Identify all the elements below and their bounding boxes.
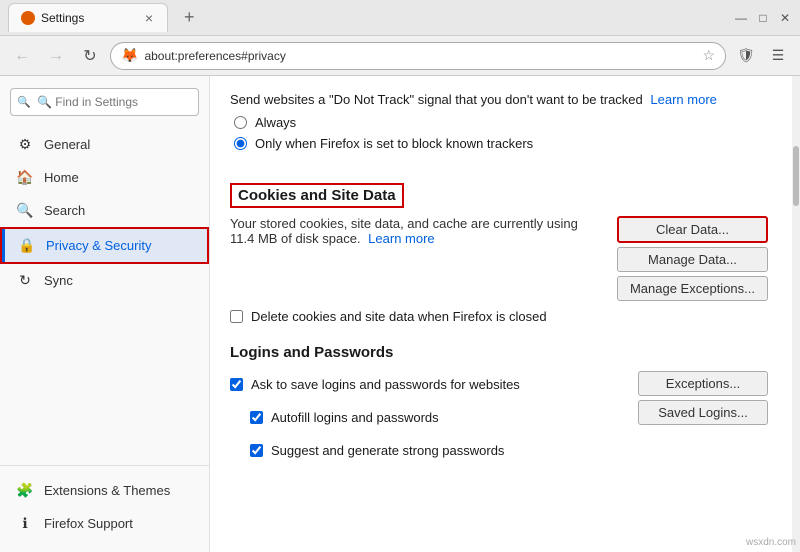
watermark: wsxdn.com xyxy=(746,537,796,548)
dnt-only-when-radio[interactable] xyxy=(234,137,247,150)
forward-button[interactable]: → xyxy=(42,42,70,70)
clear-data-button[interactable]: Clear Data... xyxy=(617,216,768,243)
sidebar-item-sync[interactable]: ↻ Sync xyxy=(0,264,209,297)
delete-cookies-checkbox[interactable] xyxy=(230,310,243,323)
menu-button[interactable]: ☰ xyxy=(764,42,792,70)
cookies-section: Cookies and Site Data Your stored cookie… xyxy=(230,183,768,324)
sidebar-item-support[interactable]: ℹ Firefox Support xyxy=(0,507,209,540)
toolbar-right: 🛡 ☰ xyxy=(732,42,792,70)
tab-favicon xyxy=(21,11,35,25)
sidebar-label-support: Firefox Support xyxy=(44,516,133,531)
dnt-always-option[interactable]: Always xyxy=(234,115,768,130)
dnt-radio-group: Always Only when Firefox is set to block… xyxy=(234,115,768,151)
autofill-checkbox[interactable] xyxy=(250,411,263,424)
find-in-settings-input[interactable] xyxy=(10,88,199,116)
manage-exceptions-button[interactable]: Manage Exceptions... xyxy=(617,276,768,301)
address-text: about:preferences#privacy xyxy=(144,49,696,63)
sidebar-item-home[interactable]: 🏠 Home xyxy=(0,161,209,194)
cookies-buttons: Clear Data... Manage Data... Manage Exce… xyxy=(617,216,768,301)
sidebar-item-search[interactable]: 🔍 Search xyxy=(0,194,209,227)
cookies-description: Your stored cookies, site data, and cach… xyxy=(230,216,601,246)
delete-cookies-checkbox-item[interactable]: Delete cookies and site data when Firefo… xyxy=(230,309,768,324)
main-area: 🔍 ⚙ General 🏠 Home 🔍 Search 🔒 Privacy & … xyxy=(0,76,800,552)
logins-row: Ask to save logins and passwords for web… xyxy=(230,371,768,464)
sidebar-spacer xyxy=(0,297,209,465)
find-in-settings-container: 🔍 xyxy=(10,88,199,116)
dnt-section: Send websites a "Do Not Track" signal th… xyxy=(230,92,768,167)
suggest-passwords-checkbox[interactable] xyxy=(250,444,263,457)
search-nav-icon: 🔍 xyxy=(16,202,34,219)
ask-save-checkbox[interactable] xyxy=(230,378,243,391)
title-bar: Settings × + — □ ✕ xyxy=(0,0,800,36)
sync-icon: ↻ xyxy=(16,272,34,289)
saved-logins-button[interactable]: Saved Logins... xyxy=(638,400,768,425)
cookies-section-title: Cookies and Site Data xyxy=(230,183,404,208)
tab-close-button[interactable]: × xyxy=(143,10,155,26)
sidebar-item-privacy[interactable]: 🔒 Privacy & Security xyxy=(0,227,209,264)
sidebar-item-extensions[interactable]: 🧩 Extensions & Themes xyxy=(0,474,209,507)
logins-buttons: Exceptions... Saved Logins... xyxy=(638,371,768,425)
dnt-only-when-option[interactable]: Only when Firefox is set to block known … xyxy=(234,136,768,151)
scrollbar-thumb[interactable] xyxy=(793,146,799,206)
sidebar-label-sync: Sync xyxy=(44,273,73,288)
sidebar-item-general[interactable]: ⚙ General xyxy=(0,128,209,161)
ask-save-label: Ask to save logins and passwords for web… xyxy=(251,377,520,392)
support-icon: ℹ xyxy=(16,515,34,532)
address-bar[interactable]: 🦊 about:preferences#privacy ☆ xyxy=(110,42,726,70)
dnt-always-radio[interactable] xyxy=(234,116,247,129)
browser-window: Settings × + — □ ✕ ← → ↻ 🦊 about:prefere… xyxy=(0,0,800,552)
sidebar: 🔍 ⚙ General 🏠 Home 🔍 Search 🔒 Privacy & … xyxy=(0,76,210,552)
minimize-button[interactable]: — xyxy=(734,11,748,25)
sidebar-label-home: Home xyxy=(44,170,79,185)
dnt-learn-more-link[interactable]: Learn more xyxy=(650,92,716,107)
general-icon: ⚙ xyxy=(16,136,34,153)
home-icon: 🏠 xyxy=(16,169,34,186)
logins-section-title: Logins and Passwords xyxy=(230,344,768,361)
autofill-label: Autofill logins and passwords xyxy=(271,410,439,425)
suggest-passwords-item[interactable]: Suggest and generate strong passwords xyxy=(250,443,638,458)
tab-title: Settings xyxy=(41,11,84,25)
new-tab-button[interactable]: + xyxy=(174,1,205,34)
find-search-icon: 🔍 xyxy=(17,96,31,109)
logins-exceptions-button[interactable]: Exceptions... xyxy=(638,371,768,396)
logins-items: Ask to save logins and passwords for web… xyxy=(230,371,638,464)
cookies-learn-more-link[interactable]: Learn more xyxy=(368,231,434,246)
sidebar-label-search: Search xyxy=(44,203,85,218)
settings-content: Send websites a "Do Not Track" signal th… xyxy=(210,76,792,552)
autofill-item[interactable]: Autofill logins and passwords xyxy=(250,410,638,425)
scrollbar-track[interactable] xyxy=(792,76,800,552)
close-button[interactable]: ✕ xyxy=(778,11,792,25)
window-controls: — □ ✕ xyxy=(734,11,792,25)
back-button[interactable]: ← xyxy=(8,42,36,70)
browser-tab[interactable]: Settings × xyxy=(8,3,168,32)
delete-cookies-label: Delete cookies and site data when Firefo… xyxy=(251,309,547,324)
sidebar-label-extensions: Extensions & Themes xyxy=(44,483,170,498)
sidebar-label-privacy: Privacy & Security xyxy=(46,238,151,253)
ask-save-item[interactable]: Ask to save logins and passwords for web… xyxy=(230,377,638,392)
shield-icon-btn[interactable]: 🛡 xyxy=(732,42,760,70)
lock-icon: 🔒 xyxy=(18,237,36,254)
bookmark-icon: ☆ xyxy=(702,47,715,64)
sidebar-bottom: 🧩 Extensions & Themes ℹ Firefox Support xyxy=(0,465,209,540)
dnt-label: Send websites a "Do Not Track" signal th… xyxy=(230,92,768,107)
manage-data-button[interactable]: Manage Data... xyxy=(617,247,768,272)
logins-section: Logins and Passwords Ask to save logins … xyxy=(230,344,768,464)
dnt-description: Send websites a "Do Not Track" signal th… xyxy=(230,92,643,107)
reload-button[interactable]: ↻ xyxy=(76,42,104,70)
maximize-button[interactable]: □ xyxy=(756,11,770,25)
extensions-icon: 🧩 xyxy=(16,482,34,499)
toolbar: ← → ↻ 🦊 about:preferences#privacy ☆ 🛡 ☰ xyxy=(0,36,800,76)
sidebar-label-general: General xyxy=(44,137,90,152)
cookies-row: Your stored cookies, site data, and cach… xyxy=(230,216,768,301)
dnt-always-label: Always xyxy=(255,115,296,130)
suggest-passwords-label: Suggest and generate strong passwords xyxy=(271,443,504,458)
dnt-only-when-label: Only when Firefox is set to block known … xyxy=(255,136,533,151)
firefox-icon: 🦊 xyxy=(121,47,138,64)
